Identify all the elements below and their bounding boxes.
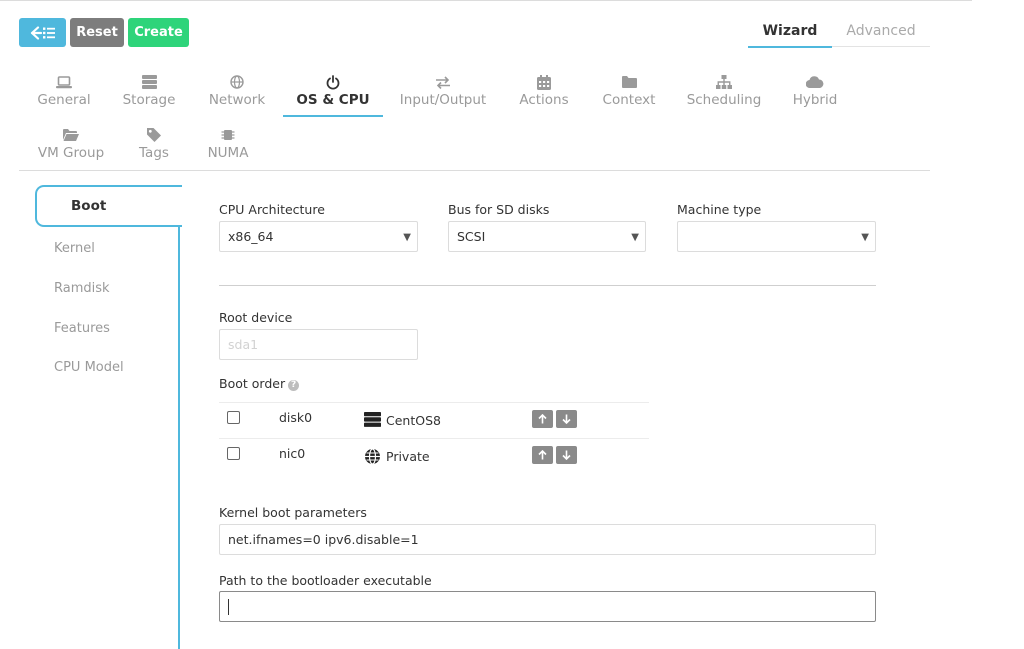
tab-context[interactable]: Context <box>579 74 679 108</box>
active-tab-underline <box>283 115 383 117</box>
table-row: disk0 CentOS8 <box>219 402 649 439</box>
side-nav-kernel[interactable]: Kernel <box>54 241 95 256</box>
cloud-icon <box>806 76 824 88</box>
machine-type-select[interactable]: ▼ <box>677 221 876 252</box>
side-nav-active-line <box>178 225 180 649</box>
boot-order-label: Boot order? <box>219 376 300 391</box>
device-label: Private <box>386 449 430 464</box>
tab-label: OS & CPU <box>296 92 370 108</box>
tab-label: Storage <box>122 92 176 108</box>
tab-storage[interactable]: Storage <box>99 74 199 108</box>
laptop-icon <box>56 75 72 88</box>
tab-advanced[interactable]: Advanced <box>832 16 930 47</box>
power-icon <box>326 74 340 89</box>
move-down-button[interactable] <box>556 410 577 428</box>
tab-hybrid[interactable]: Hybrid <box>765 74 865 108</box>
move-up-button[interactable] <box>532 410 553 428</box>
folder-icon <box>621 76 637 88</box>
bus-sd-value: SCSI <box>457 229 486 244</box>
chip-icon <box>221 130 235 140</box>
tab-network[interactable]: Network <box>187 74 287 108</box>
arrow-up-icon <box>538 450 547 460</box>
caret-down-icon: ▼ <box>403 232 411 243</box>
tab-label: NUMA <box>207 145 249 161</box>
tab-os-cpu[interactable]: OS & CPU <box>283 74 383 108</box>
tab-label: Scheduling <box>686 92 762 108</box>
machine-type-label: Machine type <box>677 202 762 217</box>
tab-label: Hybrid <box>792 92 838 108</box>
tab-label: Network <box>208 92 266 108</box>
bus-sd-select[interactable]: SCSI ▼ <box>448 221 646 252</box>
kernel-params-label: Kernel boot parameters <box>219 505 367 520</box>
caret-down-icon: ▼ <box>861 232 869 243</box>
server-icon <box>141 75 157 89</box>
section-divider <box>219 285 876 286</box>
tabs-divider <box>19 170 930 171</box>
globe-icon <box>364 448 381 469</box>
move-down-button[interactable] <box>556 446 577 464</box>
side-nav-features[interactable]: Features <box>54 321 110 336</box>
back-to-list-button[interactable] <box>19 18 66 47</box>
root-device-input[interactable]: sda1 <box>219 329 418 360</box>
tab-scheduling[interactable]: Scheduling <box>674 74 774 108</box>
calendar-icon <box>537 74 551 90</box>
exchange-icon <box>436 75 450 89</box>
side-nav-boot[interactable]: Boot <box>35 185 182 227</box>
top-border <box>0 0 972 1</box>
server-icon <box>364 412 381 431</box>
caret-down-icon: ▼ <box>631 232 639 243</box>
tab-label: Input/Output <box>399 92 487 108</box>
side-nav-ramdisk[interactable]: Ramdisk <box>54 281 110 296</box>
table-row: nic0 Private <box>219 438 649 475</box>
boot-nic0-checkbox[interactable] <box>227 447 240 460</box>
sitemap-icon <box>716 74 732 89</box>
kernel-params-input[interactable]: net.ifnames=0 ipv6.disable=1 <box>219 524 876 555</box>
bootloader-path-label: Path to the bootloader executable <box>219 573 432 588</box>
device-name: nic0 <box>279 446 306 461</box>
text-cursor <box>228 598 229 615</box>
tab-label: Context <box>602 92 656 108</box>
device-label: CentOS8 <box>386 413 441 428</box>
bootloader-path-input[interactable] <box>219 591 876 622</box>
arrow-up-icon <box>538 414 547 424</box>
root-device-label: Root device <box>219 310 293 325</box>
globe-icon <box>230 75 244 89</box>
side-nav-cpu-model[interactable]: CPU Model <box>54 360 124 375</box>
cpu-architecture-value: x86_64 <box>228 229 274 244</box>
bus-sd-label: Bus for SD disks <box>448 202 550 217</box>
back-list-icon <box>30 25 55 40</box>
move-up-button[interactable] <box>532 446 553 464</box>
tab-wizard[interactable]: Wizard <box>748 16 832 48</box>
tab-numa[interactable]: NUMA <box>178 127 278 161</box>
cpu-architecture-select[interactable]: x86_64 ▼ <box>219 221 418 252</box>
folder-open-icon <box>63 129 79 141</box>
help-icon[interactable]: ? <box>288 380 300 391</box>
device-name: disk0 <box>279 410 313 425</box>
boot-disk0-checkbox[interactable] <box>227 411 240 424</box>
boot-order-title: Boot order <box>219 376 286 391</box>
reset-button[interactable]: Reset <box>70 18 124 47</box>
arrow-down-icon <box>562 414 571 424</box>
tag-icon <box>147 128 161 142</box>
arrow-down-icon <box>562 450 571 460</box>
tab-input-output[interactable]: Input/Output <box>393 74 493 108</box>
cpu-architecture-label: CPU Architecture <box>219 202 325 217</box>
create-button[interactable]: Create <box>128 18 189 47</box>
